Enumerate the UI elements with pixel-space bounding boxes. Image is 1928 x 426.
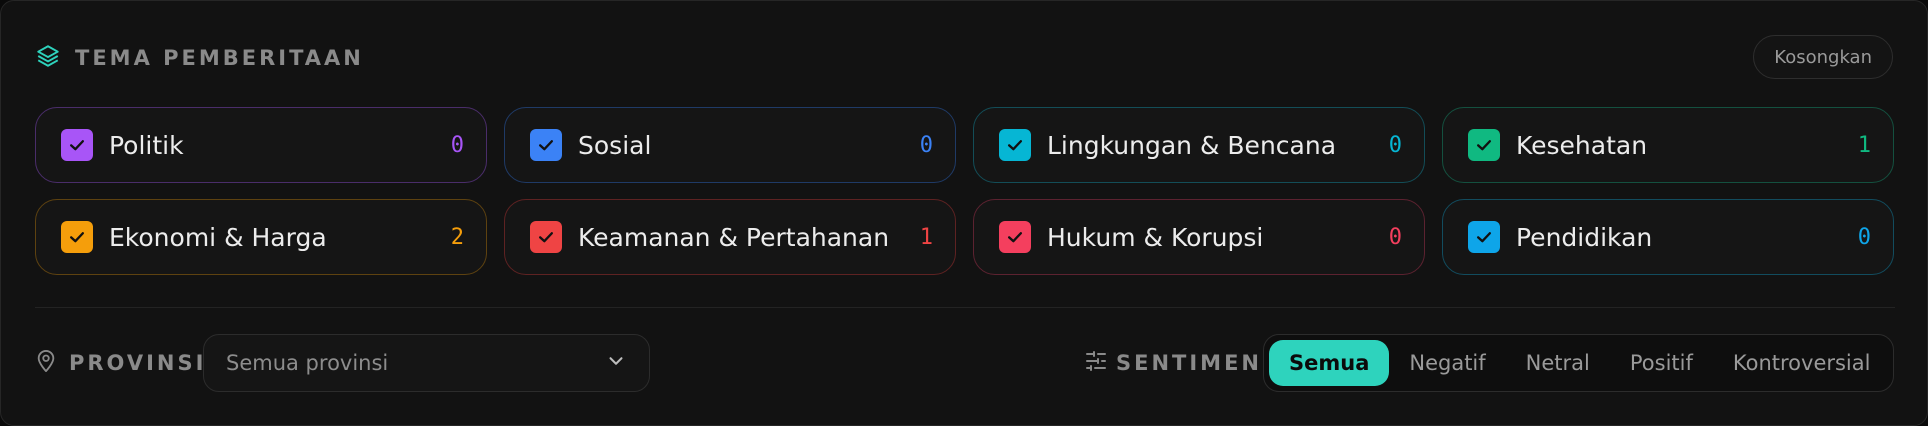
topic-chip[interactable]: Pendidikan 0 bbox=[1442, 199, 1894, 275]
clear-button[interactable]: Kosongkan bbox=[1753, 35, 1893, 79]
topic-chip[interactable]: Sosial 0 bbox=[504, 107, 956, 183]
filter-panel: TEMA PEMBERITAAN Kosongkan Politik 0 Sos… bbox=[0, 0, 1928, 426]
topic-count: 0 bbox=[1857, 224, 1871, 250]
province-select[interactable]: Semua provinsi bbox=[203, 334, 650, 392]
checkbox-checked-icon[interactable] bbox=[1468, 129, 1500, 161]
topic-label: Kesehatan bbox=[1516, 130, 1648, 160]
sliders-icon bbox=[1084, 349, 1108, 377]
sentiment-option-netral[interactable]: Netral bbox=[1506, 340, 1610, 386]
checkbox-checked-icon[interactable] bbox=[530, 221, 562, 253]
sentiment-option-semua[interactable]: Semua bbox=[1269, 340, 1390, 386]
topic-label: Politik bbox=[109, 130, 184, 160]
topic-chip[interactable]: Keamanan & Pertahanan 1 bbox=[504, 199, 956, 275]
topic-grid: Politik 0 Sosial 0 Lingkungan & Bencana … bbox=[35, 107, 1895, 275]
topic-count: 1 bbox=[919, 224, 933, 250]
sentiment-label: SENTIMEN bbox=[1084, 349, 1262, 377]
topic-count: 0 bbox=[1388, 224, 1402, 250]
topic-label: Lingkungan & Bencana bbox=[1047, 130, 1337, 160]
topic-header: TEMA PEMBERITAAN bbox=[35, 43, 364, 73]
checkbox-checked-icon[interactable] bbox=[61, 129, 93, 161]
topic-count: 0 bbox=[450, 132, 464, 158]
topic-chip[interactable]: Lingkungan & Bencana 0 bbox=[973, 107, 1425, 183]
checkbox-checked-icon[interactable] bbox=[999, 129, 1031, 161]
topic-count: 0 bbox=[1388, 132, 1402, 158]
province-label: PROVINSI bbox=[35, 349, 206, 377]
sentiment-option-positif[interactable]: Positif bbox=[1610, 340, 1713, 386]
sentiment-label-text: SENTIMEN bbox=[1116, 351, 1263, 375]
province-select-value: Semua provinsi bbox=[226, 351, 389, 375]
province-label-text: PROVINSI bbox=[69, 351, 207, 375]
topic-count: 0 bbox=[919, 132, 933, 158]
topic-label: Keamanan & Pertahanan bbox=[578, 222, 890, 252]
sentiment-segmented-control: Semua Negatif Netral Positif Kontroversi… bbox=[1263, 334, 1894, 392]
checkbox-checked-icon[interactable] bbox=[999, 221, 1031, 253]
section-title: TEMA PEMBERITAAN bbox=[75, 46, 364, 70]
sentiment-option-kontroversial[interactable]: Kontroversial bbox=[1713, 340, 1891, 386]
topic-count: 1 bbox=[1857, 132, 1871, 158]
chevron-down-icon bbox=[605, 350, 627, 376]
topic-chip[interactable]: Politik 0 bbox=[35, 107, 487, 183]
map-pin-icon bbox=[35, 349, 57, 377]
sentiment-option-negatif[interactable]: Negatif bbox=[1389, 340, 1505, 386]
topic-label: Pendidikan bbox=[1516, 222, 1653, 252]
checkbox-checked-icon[interactable] bbox=[530, 129, 562, 161]
checkbox-checked-icon[interactable] bbox=[1468, 221, 1500, 253]
checkbox-checked-icon[interactable] bbox=[61, 221, 93, 253]
layers-icon bbox=[35, 43, 61, 73]
topic-count: 2 bbox=[450, 224, 464, 250]
topic-label: Sosial bbox=[578, 130, 652, 160]
topic-label: Hukum & Korupsi bbox=[1047, 222, 1264, 252]
topic-chip[interactable]: Ekonomi & Harga 2 bbox=[35, 199, 487, 275]
topic-label: Ekonomi & Harga bbox=[109, 222, 327, 252]
divider bbox=[35, 307, 1895, 308]
topic-chip[interactable]: Hukum & Korupsi 0 bbox=[973, 199, 1425, 275]
topic-chip[interactable]: Kesehatan 1 bbox=[1442, 107, 1894, 183]
